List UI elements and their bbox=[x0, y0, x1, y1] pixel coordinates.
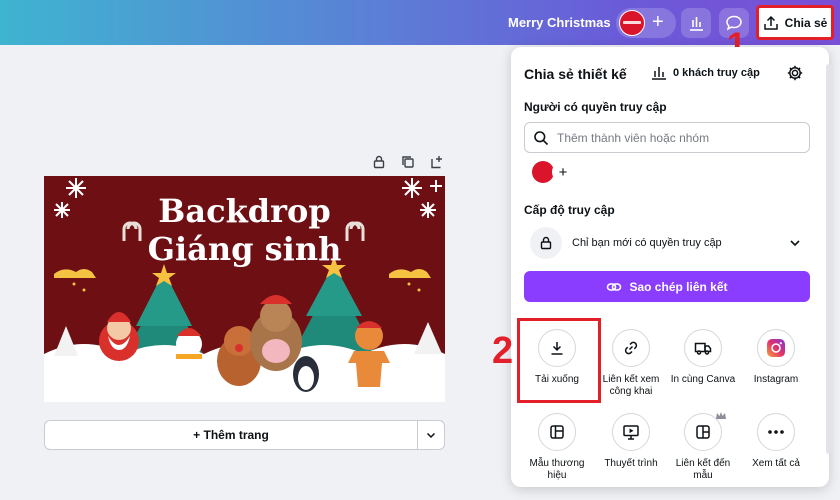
public-link-option[interactable]: Liên kết xem công khai bbox=[595, 329, 667, 398]
access-level-label: Cấp độ truy cập bbox=[524, 203, 615, 217]
public-link-option-label: Liên kết xem công khai bbox=[602, 374, 660, 397]
share-panel: Chia sẻ thiết kế 0 khách truy cập Người … bbox=[511, 47, 829, 487]
print-option-label: In cùng Canva bbox=[670, 374, 736, 385]
present-icon bbox=[612, 413, 650, 451]
access-level-select[interactable]: Chỉ bạn mới có quyền truy cập bbox=[524, 227, 810, 259]
chevron-down-icon bbox=[790, 240, 800, 247]
collaborators[interactable]: + bbox=[616, 8, 676, 38]
search-icon bbox=[534, 130, 549, 145]
insights-icon bbox=[690, 17, 703, 31]
share-button[interactable]: Chia sẻ bbox=[756, 5, 834, 40]
people-access-label: Người có quyền truy cập bbox=[524, 100, 667, 114]
premium-crown-icon bbox=[716, 407, 726, 425]
brand-template-option[interactable]: Mẫu thương hiệu bbox=[521, 413, 593, 482]
share-button-label: Chia sẻ bbox=[784, 15, 828, 30]
more-icon bbox=[757, 413, 795, 451]
member-search[interactable] bbox=[524, 122, 810, 153]
insights-icon bbox=[652, 67, 666, 80]
document-title[interactable]: Merry Christmas bbox=[508, 15, 611, 30]
visitor-count-label: 0 khách truy cập bbox=[673, 67, 760, 79]
instagram-icon bbox=[757, 329, 795, 367]
see-all-option-label: Xem tất cả bbox=[752, 458, 800, 469]
top-bar: Merry Christmas + bbox=[0, 0, 840, 45]
plus-icon[interactable]: + bbox=[652, 11, 664, 33]
design-canvas[interactable]: Backdrop Giáng sinh bbox=[44, 176, 445, 402]
insights-button[interactable] bbox=[681, 8, 711, 38]
download-highlight bbox=[517, 318, 601, 403]
member-search-input[interactable] bbox=[557, 130, 797, 145]
template-link-option-label: Liên kết đến mẫu bbox=[675, 458, 731, 481]
lock-icon[interactable] bbox=[370, 153, 388, 171]
brand-template-option-label: Mẫu thương hiệu bbox=[529, 458, 585, 481]
print-option[interactable]: In cùng Canva bbox=[667, 329, 739, 386]
chevron-down-icon bbox=[426, 432, 436, 439]
panel-scrollbar[interactable] bbox=[826, 64, 832, 454]
instagram-option-label: Instagram bbox=[753, 374, 799, 385]
link-icon bbox=[612, 329, 650, 367]
design-title-line1: Backdrop bbox=[158, 192, 331, 230]
visitor-count[interactable]: 0 khách truy cập bbox=[651, 66, 760, 80]
avatar[interactable] bbox=[619, 10, 645, 36]
present-option-label: Thuyết trình bbox=[604, 458, 658, 469]
add-page-options-button[interactable] bbox=[417, 420, 445, 450]
instagram-option[interactable]: Instagram bbox=[740, 329, 812, 386]
see-all-option[interactable]: Xem tất cả bbox=[740, 413, 812, 470]
design-title-line2: Giáng sinh bbox=[147, 230, 342, 268]
duplicate-icon[interactable] bbox=[399, 153, 417, 171]
access-level-value: Chỉ bạn mới có quyền truy cập bbox=[572, 237, 722, 249]
lock-icon bbox=[530, 227, 562, 259]
copy-link-label: Sao chép liên kết bbox=[629, 279, 728, 294]
link-icon bbox=[607, 282, 622, 291]
template-link-option[interactable]: Liên kết đến mẫu bbox=[667, 412, 739, 482]
add-page-icon[interactable] bbox=[428, 153, 446, 171]
share-panel-title: Chia sẻ thiết kế bbox=[524, 66, 627, 82]
add-member-button[interactable]: + bbox=[552, 161, 574, 183]
add-page-button[interactable]: + Thêm trang bbox=[44, 420, 418, 450]
truck-icon bbox=[684, 329, 722, 367]
step-marker-2: 2 bbox=[492, 330, 514, 372]
avatar[interactable] bbox=[532, 161, 554, 183]
copy-link-button[interactable]: Sao chép liên kết bbox=[524, 271, 810, 302]
upload-icon bbox=[763, 15, 778, 30]
page-tools bbox=[370, 153, 446, 171]
gear-icon[interactable] bbox=[786, 64, 804, 87]
brand-template-icon bbox=[538, 413, 576, 451]
present-option[interactable]: Thuyết trình bbox=[595, 413, 667, 470]
